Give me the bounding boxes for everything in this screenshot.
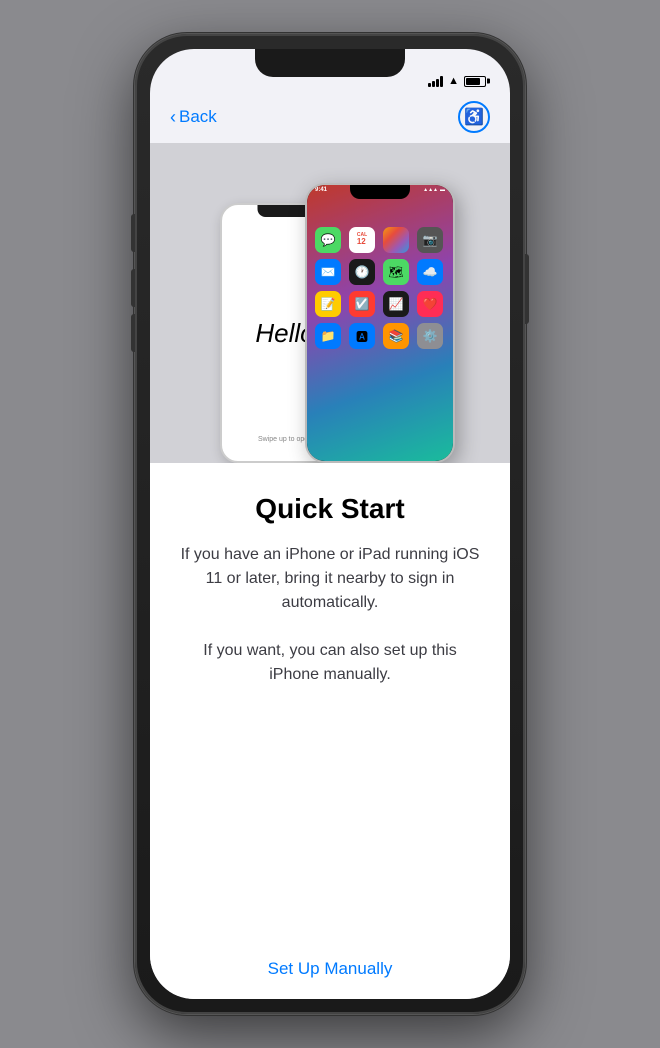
app-clock: 🕐 (349, 259, 375, 285)
notch (255, 49, 405, 77)
app-health: ❤️ (417, 291, 443, 317)
home-screen: 9:41 ▲▲▲ ▬ 💬 CAL12 📷 ✉️ (307, 185, 453, 461)
home-status-icons: ▲▲▲ ▬ (423, 187, 445, 193)
home-time: 9:41 (315, 187, 327, 193)
battery-icon (464, 76, 486, 87)
app-stocks: 📈 (383, 291, 409, 317)
home-phone-mockup: 9:41 ▲▲▲ ▬ 💬 CAL12 📷 ✉️ (305, 183, 455, 463)
app-files: 📁 (315, 323, 341, 349)
description-2: If you want, you can also set up this iP… (178, 639, 482, 687)
app-notes: 📝 (315, 291, 341, 317)
app-settings: ⚙️ (417, 323, 443, 349)
app-books: 📚 (383, 323, 409, 349)
app-photos (383, 227, 409, 253)
setup-manually-button[interactable]: Set Up Manually (178, 939, 482, 999)
app-appstore: 🅰 (349, 323, 375, 349)
accessibility-button[interactable]: ♿ (458, 101, 490, 133)
app-reminders: ☑️ (349, 291, 375, 317)
accessibility-icon: ♿ (464, 107, 484, 127)
app-icloud: ☁️ (417, 259, 443, 285)
app-grid: 💬 CAL12 📷 ✉️ 🕐 🗺 ☁️ 📝 ☑️ 📈 ❤️ (307, 219, 453, 357)
phone-screen: ▲ ‹ Back ♿ 9:41 Hello Swipe up t (150, 49, 510, 999)
app-camera: 📷 (417, 227, 443, 253)
signal-icon (428, 76, 443, 87)
nav-bar: ‹ Back ♿ (150, 93, 510, 143)
swipe-text: Swipe up to open (258, 436, 312, 443)
content-area: Quick Start If you have an iPhone or iPa… (150, 463, 510, 999)
home-notch (350, 185, 410, 199)
illustration-area: 9:41 Hello Swipe up to open 9:41 ▲▲▲ ▬ (150, 143, 510, 463)
back-button[interactable]: ‹ Back (170, 107, 217, 127)
app-mail: ✉️ (315, 259, 341, 285)
description-1: If you have an iPhone or iPad running iO… (178, 543, 482, 615)
status-icons: ▲ (428, 75, 486, 87)
phone-frame: ▲ ‹ Back ♿ 9:41 Hello Swipe up t (135, 34, 525, 1014)
quick-start-title: Quick Start (255, 493, 404, 525)
chevron-left-icon: ‹ (170, 108, 176, 126)
app-maps: 🗺 (383, 259, 409, 285)
wifi-icon: ▲ (448, 75, 459, 87)
app-calendar: CAL12 (349, 227, 375, 253)
app-messages: 💬 (315, 227, 341, 253)
back-label: Back (179, 107, 217, 127)
